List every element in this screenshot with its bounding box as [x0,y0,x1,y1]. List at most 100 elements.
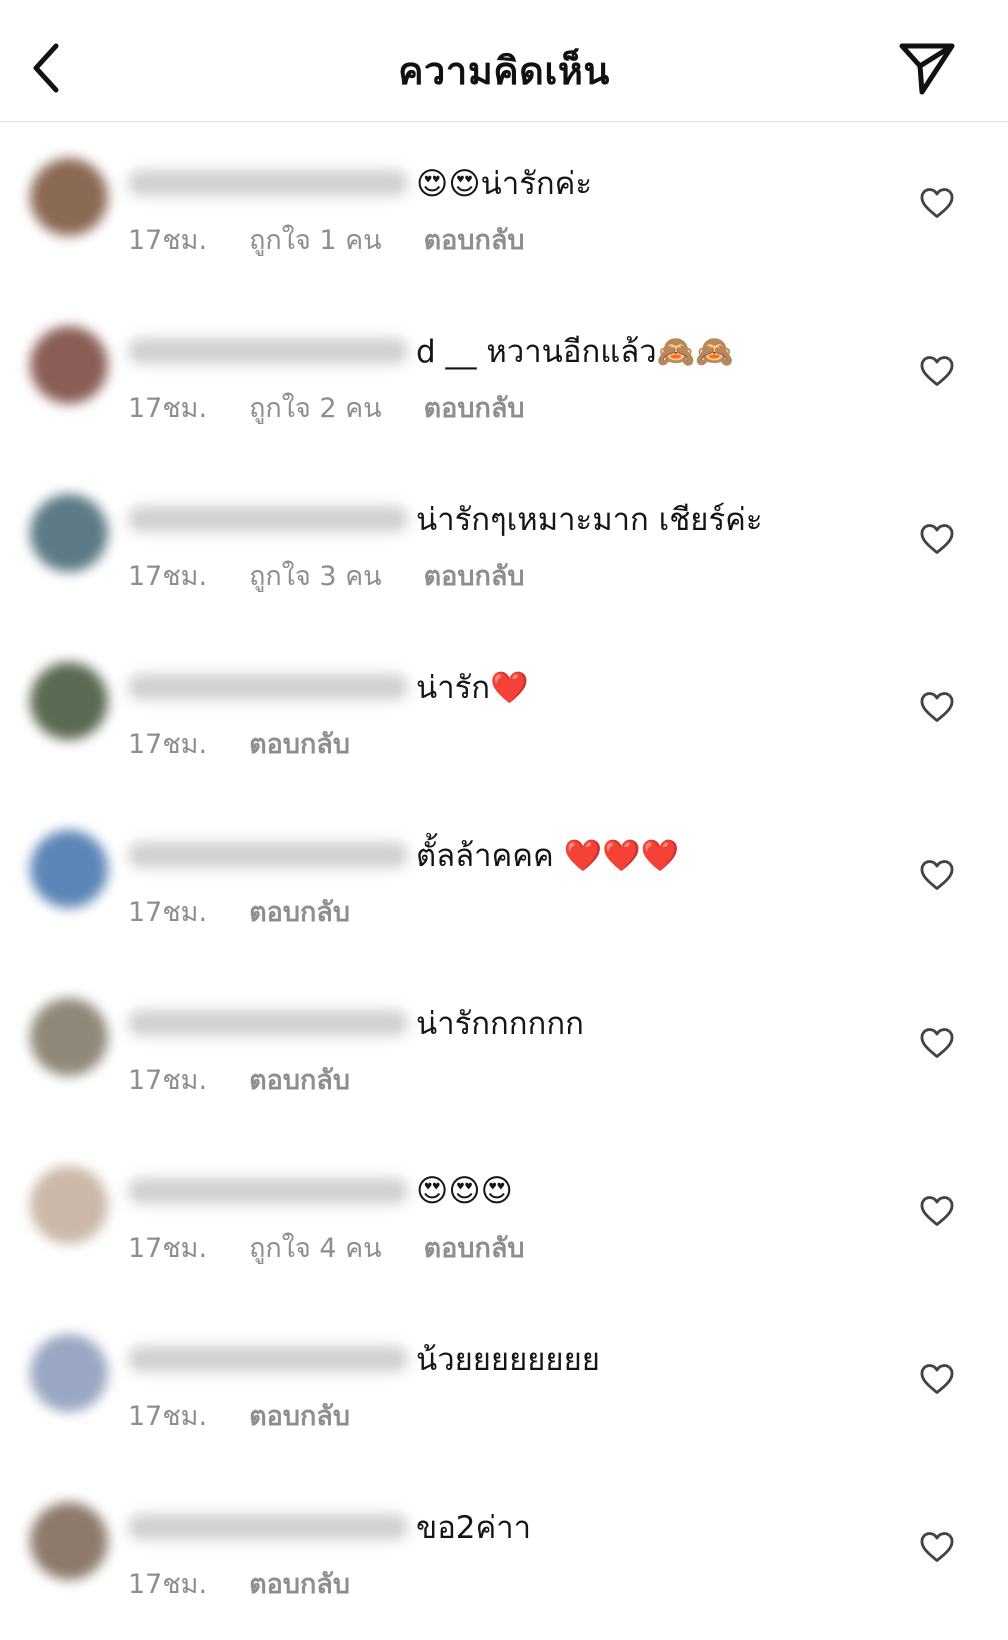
timestamp: 17ชม. [128,1401,208,1432]
reply-button[interactable]: ตอบกลับ [424,218,525,261]
comment-row: ขอ2ค่าา 17ชม. ตอบกลับ [0,1472,1008,1640]
reply-button[interactable]: ตอบกลับ [424,1226,525,1269]
comment-content: น่ารัก❤️ 17ชม. ตอบกลับ [128,660,888,765]
comment-line: น่ารัก❤️ [128,660,888,714]
comment-row: น่ารักกกกกก 17ชม. ตอบกลับ [0,968,1008,1136]
avatar[interactable] [30,1502,108,1580]
comment-content: d __ หวานอีกแล้ว🙈🙈 17ชม. ถูกใจ 2 คน ตอบกลับ [128,324,888,429]
comment-content: ตั้ลล้าคคค ❤️❤️❤️ 17ชม. ตอบกลับ [128,828,888,933]
username-blurred[interactable] [128,842,408,868]
like-count[interactable]: ถูกใจ 3 คน [249,554,382,597]
comment-line: น่ารักๆเหมาะมาก เชียร์ค่ะ [128,492,888,546]
like-button[interactable] [918,520,956,558]
comment-line: 😍😍😍 [128,1164,888,1218]
comment-text: น่ารักๆเหมาะมาก เชียร์ค่ะ [416,502,763,538]
reply-button[interactable]: ตอบกลับ [249,1058,350,1101]
page-title: ความคิดเห็น [398,49,610,93]
timestamp: 17ชม. [128,1233,208,1264]
comment-content: ขอ2ค่าา 17ชม. ตอบกลับ [128,1500,888,1605]
comment-line: 😍😍น่ารักค่ะ [128,156,888,210]
like-button[interactable] [918,1192,956,1230]
comment-meta: 17ชม. ถูกใจ 3 คน ตอบกลับ [128,554,888,597]
username-blurred[interactable] [128,1010,408,1036]
comment-row: ตั้ลล้าคคค ❤️❤️❤️ 17ชม. ตอบกลับ [0,800,1008,968]
comment-text: 😍😍😍 [416,1173,513,1209]
reply-button[interactable]: ตอบกลับ [424,554,525,597]
avatar[interactable] [30,1166,108,1244]
username-blurred[interactable] [128,1346,408,1372]
comment-line: ตั้ลล้าคคค ❤️❤️❤️ [128,828,888,882]
reply-button[interactable]: ตอบกลับ [249,890,350,933]
like-count[interactable]: ถูกใจ 2 คน [249,386,382,429]
comment-row: น่ารักๆเหมาะมาก เชียร์ค่ะ 17ชม. ถูกใจ 3 คน… [0,464,1008,632]
timestamp: 17ชม. [128,1569,208,1600]
comment-text: น้วยยยยยยยย [416,1342,600,1378]
comment-row: 😍😍😍 17ชม. ถูกใจ 4 คน ตอบกลับ [0,1136,1008,1304]
avatar[interactable] [30,494,108,572]
like-button[interactable] [918,1528,956,1566]
username-blurred[interactable] [128,338,408,364]
avatar[interactable] [30,158,108,236]
comment-text: ตั้ลล้าคคค ❤️❤️❤️ [416,838,680,874]
comment-line: น่ารักกกกกก [128,996,888,1050]
timestamp: 17ชม. [128,561,208,592]
timestamp: 17ชม. [128,1065,208,1096]
like-button[interactable] [918,1024,956,1062]
comment-content: น่ารักกกกกก 17ชม. ตอบกลับ [128,996,888,1101]
heart-outline-icon [920,188,954,218]
username-blurred[interactable] [128,170,408,196]
comment-text: ขอ2ค่าา [416,1510,532,1546]
avatar[interactable] [30,326,108,404]
comment-meta: 17ชม. ถูกใจ 1 คน ตอบกลับ [128,218,888,261]
like-button[interactable] [918,856,956,894]
reply-button[interactable]: ตอบกลับ [249,722,350,765]
timestamp: 17ชม. [128,393,208,424]
avatar[interactable] [30,1334,108,1412]
like-button[interactable] [918,1360,956,1398]
comment-content: น่ารักๆเหมาะมาก เชียร์ค่ะ 17ชม. ถูกใจ 3 คน… [128,492,888,597]
username-blurred[interactable] [128,1178,408,1204]
comment-text: 😍😍น่ารักค่ะ [416,166,593,202]
share-button[interactable] [898,40,956,96]
comment-content: น้วยยยยยยยย 17ชม. ตอบกลับ [128,1332,888,1437]
reply-button[interactable]: ตอบกลับ [249,1394,350,1437]
comment-meta: 17ชม. ถูกใจ 4 คน ตอบกลับ [128,1226,888,1269]
avatar[interactable] [30,662,108,740]
comment-meta: 17ชม. ตอบกลับ [128,1058,888,1101]
reply-button[interactable]: ตอบกลับ [424,386,525,429]
comment-text: น่ารักกกกกก [416,1006,584,1042]
username-blurred[interactable] [128,506,408,532]
reply-button[interactable]: ตอบกลับ [249,1562,350,1605]
like-count[interactable]: ถูกใจ 1 คน [249,218,382,261]
paper-plane-icon [899,43,955,95]
like-button[interactable] [918,688,956,726]
comment-line: น้วยยยยยยยย [128,1332,888,1386]
comment-meta: 17ชม. ตอบกลับ [128,1562,888,1605]
heart-outline-icon [920,1364,954,1394]
like-button[interactable] [918,352,956,390]
comment-line: d __ หวานอีกแล้ว🙈🙈 [128,324,888,378]
header-bar: ความคิดเห็น [0,0,1008,122]
comment-content: 😍😍น่ารักค่ะ 17ชม. ถูกใจ 1 คน ตอบกลับ [128,156,888,261]
avatar[interactable] [30,998,108,1076]
comment-meta: 17ชม. ตอบกลับ [128,890,888,933]
timestamp: 17ชม. [128,729,208,760]
comment-text: น่ารัก❤️ [416,670,529,706]
comment-row: น้วยยยยยยยย 17ชม. ตอบกลับ [0,1304,1008,1472]
like-button[interactable] [918,184,956,222]
like-count[interactable]: ถูกใจ 4 คน [249,1226,382,1269]
comment-row: 😍😍น่ารักค่ะ 17ชม. ถูกใจ 1 คน ตอบกลับ [0,128,1008,296]
heart-outline-icon [920,1196,954,1226]
comment-row: น่ารัก❤️ 17ชม. ตอบกลับ [0,632,1008,800]
comment-line: ขอ2ค่าา [128,1500,888,1554]
heart-outline-icon [920,860,954,890]
comment-content: 😍😍😍 17ชม. ถูกใจ 4 คน ตอบกลับ [128,1164,888,1269]
username-blurred[interactable] [128,674,408,700]
comment-meta: 17ชม. ตอบกลับ [128,1394,888,1437]
comment-meta: 17ชม. ตอบกลับ [128,722,888,765]
comment-row: d __ หวานอีกแล้ว🙈🙈 17ชม. ถูกใจ 2 คน ตอบกลับ [0,296,1008,464]
avatar[interactable] [30,830,108,908]
heart-outline-icon [920,1028,954,1058]
username-blurred[interactable] [128,1514,408,1540]
heart-outline-icon [920,1532,954,1562]
